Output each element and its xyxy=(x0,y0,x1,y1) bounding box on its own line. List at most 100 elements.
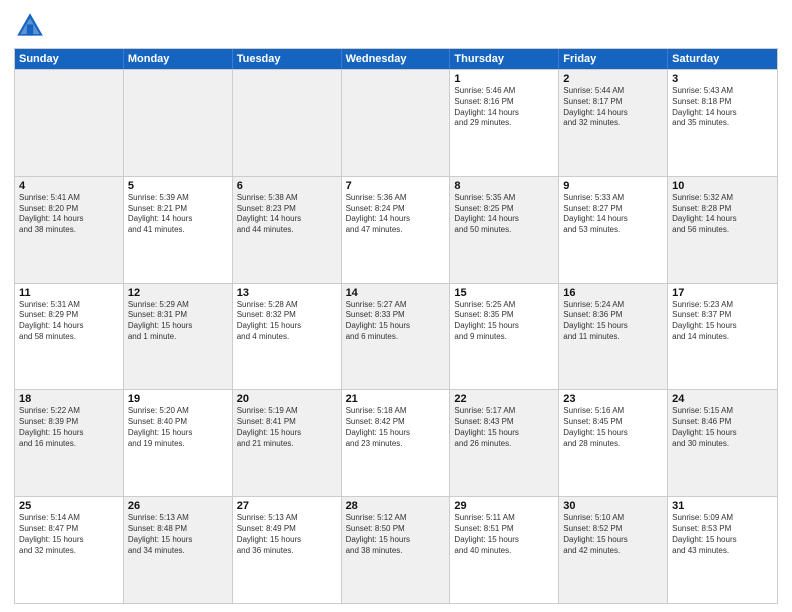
day-cell-13: 13Sunrise: 5:28 AM Sunset: 8:32 PM Dayli… xyxy=(233,284,342,390)
day-cell-28: 28Sunrise: 5:12 AM Sunset: 8:50 PM Dayli… xyxy=(342,497,451,603)
day-info: Sunrise: 5:23 AM Sunset: 8:37 PM Dayligh… xyxy=(672,300,773,343)
day-number: 25 xyxy=(19,500,119,512)
day-info: Sunrise: 5:10 AM Sunset: 8:52 PM Dayligh… xyxy=(563,513,663,556)
day-cell-23: 23Sunrise: 5:16 AM Sunset: 8:45 PM Dayli… xyxy=(559,390,668,496)
day-cell-21: 21Sunrise: 5:18 AM Sunset: 8:42 PM Dayli… xyxy=(342,390,451,496)
calendar: SundayMondayTuesdayWednesdayThursdayFrid… xyxy=(14,48,778,604)
day-info: Sunrise: 5:29 AM Sunset: 8:31 PM Dayligh… xyxy=(128,300,228,343)
day-number: 4 xyxy=(19,180,119,192)
day-number: 1 xyxy=(454,73,554,85)
day-cell-16: 16Sunrise: 5:24 AM Sunset: 8:36 PM Dayli… xyxy=(559,284,668,390)
day-info: Sunrise: 5:27 AM Sunset: 8:33 PM Dayligh… xyxy=(346,300,446,343)
day-info: Sunrise: 5:13 AM Sunset: 8:49 PM Dayligh… xyxy=(237,513,337,556)
day-cell-27: 27Sunrise: 5:13 AM Sunset: 8:49 PM Dayli… xyxy=(233,497,342,603)
header-cell-wednesday: Wednesday xyxy=(342,49,451,69)
day-info: Sunrise: 5:09 AM Sunset: 8:53 PM Dayligh… xyxy=(672,513,773,556)
day-number: 18 xyxy=(19,393,119,405)
day-cell-1: 1Sunrise: 5:46 AM Sunset: 8:16 PM Daylig… xyxy=(450,70,559,176)
header xyxy=(14,10,778,42)
header-cell-tuesday: Tuesday xyxy=(233,49,342,69)
day-info: Sunrise: 5:35 AM Sunset: 8:25 PM Dayligh… xyxy=(454,193,554,236)
day-cell-8: 8Sunrise: 5:35 AM Sunset: 8:25 PM Daylig… xyxy=(450,177,559,283)
page: SundayMondayTuesdayWednesdayThursdayFrid… xyxy=(0,0,792,612)
day-info: Sunrise: 5:12 AM Sunset: 8:50 PM Dayligh… xyxy=(346,513,446,556)
day-cell-29: 29Sunrise: 5:11 AM Sunset: 8:51 PM Dayli… xyxy=(450,497,559,603)
day-number: 17 xyxy=(672,287,773,299)
day-number: 8 xyxy=(454,180,554,192)
day-cell-17: 17Sunrise: 5:23 AM Sunset: 8:37 PM Dayli… xyxy=(668,284,777,390)
logo-icon xyxy=(14,10,46,42)
day-cell-11: 11Sunrise: 5:31 AM Sunset: 8:29 PM Dayli… xyxy=(15,284,124,390)
day-number: 27 xyxy=(237,500,337,512)
day-number: 21 xyxy=(346,393,446,405)
day-number: 14 xyxy=(346,287,446,299)
day-number: 10 xyxy=(672,180,773,192)
day-info: Sunrise: 5:33 AM Sunset: 8:27 PM Dayligh… xyxy=(563,193,663,236)
day-info: Sunrise: 5:11 AM Sunset: 8:51 PM Dayligh… xyxy=(454,513,554,556)
day-number: 30 xyxy=(563,500,663,512)
day-info: Sunrise: 5:46 AM Sunset: 8:16 PM Dayligh… xyxy=(454,86,554,129)
day-info: Sunrise: 5:25 AM Sunset: 8:35 PM Dayligh… xyxy=(454,300,554,343)
day-info: Sunrise: 5:17 AM Sunset: 8:43 PM Dayligh… xyxy=(454,406,554,449)
day-info: Sunrise: 5:32 AM Sunset: 8:28 PM Dayligh… xyxy=(672,193,773,236)
day-cell-18: 18Sunrise: 5:22 AM Sunset: 8:39 PM Dayli… xyxy=(15,390,124,496)
day-cell-15: 15Sunrise: 5:25 AM Sunset: 8:35 PM Dayli… xyxy=(450,284,559,390)
day-number: 31 xyxy=(672,500,773,512)
day-number: 16 xyxy=(563,287,663,299)
day-cell-25: 25Sunrise: 5:14 AM Sunset: 8:47 PM Dayli… xyxy=(15,497,124,603)
day-info: Sunrise: 5:39 AM Sunset: 8:21 PM Dayligh… xyxy=(128,193,228,236)
day-number: 26 xyxy=(128,500,228,512)
day-cell-12: 12Sunrise: 5:29 AM Sunset: 8:31 PM Dayli… xyxy=(124,284,233,390)
day-number: 5 xyxy=(128,180,228,192)
calendar-week-4: 18Sunrise: 5:22 AM Sunset: 8:39 PM Dayli… xyxy=(15,389,777,496)
day-cell-3: 3Sunrise: 5:43 AM Sunset: 8:18 PM Daylig… xyxy=(668,70,777,176)
day-cell-empty xyxy=(124,70,233,176)
day-cell-24: 24Sunrise: 5:15 AM Sunset: 8:46 PM Dayli… xyxy=(668,390,777,496)
day-info: Sunrise: 5:38 AM Sunset: 8:23 PM Dayligh… xyxy=(237,193,337,236)
day-cell-20: 20Sunrise: 5:19 AM Sunset: 8:41 PM Dayli… xyxy=(233,390,342,496)
day-info: Sunrise: 5:14 AM Sunset: 8:47 PM Dayligh… xyxy=(19,513,119,556)
day-cell-10: 10Sunrise: 5:32 AM Sunset: 8:28 PM Dayli… xyxy=(668,177,777,283)
calendar-week-1: 1Sunrise: 5:46 AM Sunset: 8:16 PM Daylig… xyxy=(15,69,777,176)
calendar-week-2: 4Sunrise: 5:41 AM Sunset: 8:20 PM Daylig… xyxy=(15,176,777,283)
day-number: 12 xyxy=(128,287,228,299)
day-cell-7: 7Sunrise: 5:36 AM Sunset: 8:24 PM Daylig… xyxy=(342,177,451,283)
day-info: Sunrise: 5:24 AM Sunset: 8:36 PM Dayligh… xyxy=(563,300,663,343)
day-number: 28 xyxy=(346,500,446,512)
day-cell-31: 31Sunrise: 5:09 AM Sunset: 8:53 PM Dayli… xyxy=(668,497,777,603)
day-number: 29 xyxy=(454,500,554,512)
calendar-week-5: 25Sunrise: 5:14 AM Sunset: 8:47 PM Dayli… xyxy=(15,496,777,603)
day-cell-26: 26Sunrise: 5:13 AM Sunset: 8:48 PM Dayli… xyxy=(124,497,233,603)
day-number: 23 xyxy=(563,393,663,405)
day-number: 20 xyxy=(237,393,337,405)
header-cell-thursday: Thursday xyxy=(450,49,559,69)
day-number: 3 xyxy=(672,73,773,85)
header-cell-friday: Friday xyxy=(559,49,668,69)
day-number: 24 xyxy=(672,393,773,405)
header-cell-sunday: Sunday xyxy=(15,49,124,69)
day-info: Sunrise: 5:28 AM Sunset: 8:32 PM Dayligh… xyxy=(237,300,337,343)
day-info: Sunrise: 5:13 AM Sunset: 8:48 PM Dayligh… xyxy=(128,513,228,556)
day-cell-22: 22Sunrise: 5:17 AM Sunset: 8:43 PM Dayli… xyxy=(450,390,559,496)
day-info: Sunrise: 5:41 AM Sunset: 8:20 PM Dayligh… xyxy=(19,193,119,236)
day-number: 11 xyxy=(19,287,119,299)
day-cell-empty xyxy=(233,70,342,176)
day-number: 15 xyxy=(454,287,554,299)
day-cell-6: 6Sunrise: 5:38 AM Sunset: 8:23 PM Daylig… xyxy=(233,177,342,283)
day-info: Sunrise: 5:44 AM Sunset: 8:17 PM Dayligh… xyxy=(563,86,663,129)
day-number: 13 xyxy=(237,287,337,299)
day-info: Sunrise: 5:19 AM Sunset: 8:41 PM Dayligh… xyxy=(237,406,337,449)
header-cell-saturday: Saturday xyxy=(668,49,777,69)
day-number: 9 xyxy=(563,180,663,192)
calendar-body: 1Sunrise: 5:46 AM Sunset: 8:16 PM Daylig… xyxy=(15,69,777,603)
day-number: 2 xyxy=(563,73,663,85)
day-cell-14: 14Sunrise: 5:27 AM Sunset: 8:33 PM Dayli… xyxy=(342,284,451,390)
day-cell-19: 19Sunrise: 5:20 AM Sunset: 8:40 PM Dayli… xyxy=(124,390,233,496)
day-info: Sunrise: 5:15 AM Sunset: 8:46 PM Dayligh… xyxy=(672,406,773,449)
day-info: Sunrise: 5:18 AM Sunset: 8:42 PM Dayligh… xyxy=(346,406,446,449)
day-cell-9: 9Sunrise: 5:33 AM Sunset: 8:27 PM Daylig… xyxy=(559,177,668,283)
day-number: 7 xyxy=(346,180,446,192)
day-info: Sunrise: 5:43 AM Sunset: 8:18 PM Dayligh… xyxy=(672,86,773,129)
day-info: Sunrise: 5:22 AM Sunset: 8:39 PM Dayligh… xyxy=(19,406,119,449)
day-info: Sunrise: 5:36 AM Sunset: 8:24 PM Dayligh… xyxy=(346,193,446,236)
